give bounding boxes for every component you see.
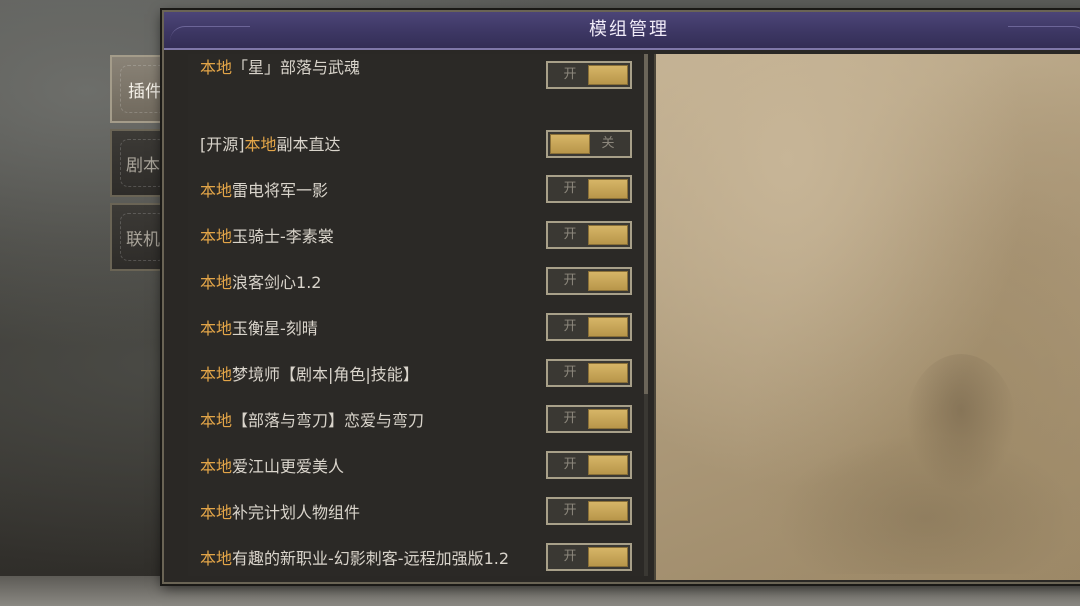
toggle-knob — [588, 65, 628, 85]
toggle-knob — [588, 547, 628, 567]
mod-source: 本地 — [200, 227, 233, 246]
mod-source: 本地 — [200, 549, 233, 568]
window-title: 模组管理 — [589, 19, 669, 40]
mod-row: 本地爱江山更爱美人 开 — [188, 444, 646, 490]
mod-source: 本地 — [244, 135, 277, 154]
mod-row: [开源]本地副本直达 关 — [188, 122, 646, 168]
toggle-label: 开 — [563, 273, 577, 288]
mod-name: 本地梦境师【剧本|角色|技能】 — [200, 352, 419, 398]
mod-source: 本地 — [200, 273, 233, 292]
mod-title: 雷电将军一影 — [232, 181, 329, 200]
toggle-label: 开 — [563, 503, 577, 518]
mod-row: 本地雷电将军一影 开 — [188, 168, 646, 214]
mod-row: 本地有趣的新职业-幻影刺客-远程加强版1.2 开 — [188, 536, 646, 582]
toggle-label: 开 — [563, 457, 577, 472]
mod-source: 本地 — [200, 181, 233, 200]
toggle-label: 开 — [563, 549, 577, 564]
toggle-label: 开 — [563, 67, 577, 82]
book-icon — [120, 139, 166, 187]
mod-toggle[interactable]: 开 — [546, 313, 632, 341]
mod-name: 本地有趣的新职业-幻影刺客-远程加强版1.2 — [200, 536, 509, 582]
mod-title: 副本直达 — [276, 135, 341, 154]
mod-title: 补完计划人物组件 — [232, 503, 361, 522]
title-bar: 模组管理 — [164, 12, 1080, 50]
mod-name: 本地玉衡星-刻晴 — [200, 306, 318, 352]
mod-toggle[interactable]: 开 — [546, 175, 632, 203]
mod-name: 本地补完计划人物组件 — [200, 490, 360, 536]
mod-toggle[interactable]: 开 — [546, 497, 632, 525]
mod-row: 本地梦境师【剧本|角色|技能】 开 — [188, 352, 646, 398]
mod-title: 爱江山更爱美人 — [232, 457, 345, 476]
mod-name: 本地爱江山更爱美人 — [200, 444, 344, 490]
toggle-label: 开 — [563, 181, 577, 196]
mod-name: 本地「星」部落与武魂 — [200, 54, 360, 82]
title-ornament-right — [1008, 26, 1080, 41]
mod-row: 本地【部落与弯刀】恋爱与弯刀 开 — [188, 398, 646, 444]
mod-toggle[interactable]: 开 — [546, 61, 632, 89]
mod-name: 本地【部落与弯刀】恋爱与弯刀 — [200, 398, 424, 444]
mod-source: 本地 — [200, 58, 233, 77]
toggle-label: 开 — [563, 227, 577, 242]
mod-list-scrollbar[interactable] — [644, 54, 648, 576]
mod-source: 本地 — [200, 503, 233, 522]
toggle-knob — [588, 409, 628, 429]
toggle-knob — [550, 134, 590, 154]
toggle-knob — [588, 501, 628, 521]
mod-toggle[interactable]: 关 — [546, 130, 632, 158]
toggle-knob — [588, 179, 628, 199]
mod-title: 【部落与弯刀】恋爱与弯刀 — [232, 411, 425, 430]
mod-manager-window: 模组管理 本地「星」部落与武魂 开 [开源]本地副本直达 关 本地雷电将军一影 … — [162, 10, 1080, 584]
mod-row: 本地「星」部落与武魂 开 — [188, 54, 646, 100]
mod-title: 有趣的新职业-幻影刺客-远程加强版1.2 — [232, 549, 510, 568]
mod-source: 本地 — [200, 365, 233, 384]
mod-name: 本地浪客剑心1.2 — [200, 260, 321, 306]
mod-toggle[interactable]: 开 — [546, 267, 632, 295]
mod-row: 本地补完计划人物组件 开 — [188, 490, 646, 536]
mod-row: 本地玉骑士-李素裳 开 — [188, 214, 646, 260]
mod-prefix: [开源] — [200, 135, 245, 154]
mod-name: 本地雷电将军一影 — [200, 168, 328, 214]
toggle-label: 关 — [601, 136, 615, 151]
mod-title: 玉衡星-刻晴 — [232, 319, 318, 338]
toggle-knob — [588, 455, 628, 475]
mod-detail-panel — [654, 54, 1080, 580]
mod-name: 本地玉骑士-李素裳 — [200, 214, 334, 260]
mod-toggle[interactable]: 开 — [546, 451, 632, 479]
mod-source: 本地 — [200, 319, 233, 338]
parchment-illustration-ground — [776, 434, 1076, 574]
chat-icon — [120, 213, 166, 261]
toggle-knob — [588, 363, 628, 383]
mod-title: 「星」部落与武魂 — [232, 58, 361, 77]
mod-title: 梦境师【剧本|角色|技能】 — [232, 365, 419, 384]
toggle-label: 开 — [563, 319, 577, 334]
toggle-label: 开 — [563, 411, 577, 426]
mod-row: 本地浪客剑心1.2 开 — [188, 260, 646, 306]
toggle-knob — [588, 225, 628, 245]
mod-toggle[interactable]: 开 — [546, 359, 632, 387]
mod-list[interactable]: 本地「星」部落与武魂 开 [开源]本地副本直达 关 本地雷电将军一影 开 本地玉… — [188, 54, 646, 576]
scrollbar-thumb[interactable] — [644, 54, 648, 394]
toggle-knob — [588, 317, 628, 337]
mod-toggle[interactable]: 开 — [546, 543, 632, 571]
mod-toggle[interactable]: 开 — [546, 405, 632, 433]
mod-source: 本地 — [200, 457, 233, 476]
mod-title: 玉骑士-李素裳 — [232, 227, 334, 246]
mod-row: 本地玉衡星-刻晴 开 — [188, 306, 646, 352]
mod-toggle[interactable]: 开 — [546, 221, 632, 249]
toggle-knob — [588, 271, 628, 291]
mod-name: [开源]本地副本直达 — [200, 122, 341, 168]
mod-source: 本地 — [200, 411, 233, 430]
toggle-label: 开 — [563, 365, 577, 380]
mod-title: 浪客剑心1.2 — [232, 273, 322, 292]
title-ornament-left — [170, 26, 250, 41]
